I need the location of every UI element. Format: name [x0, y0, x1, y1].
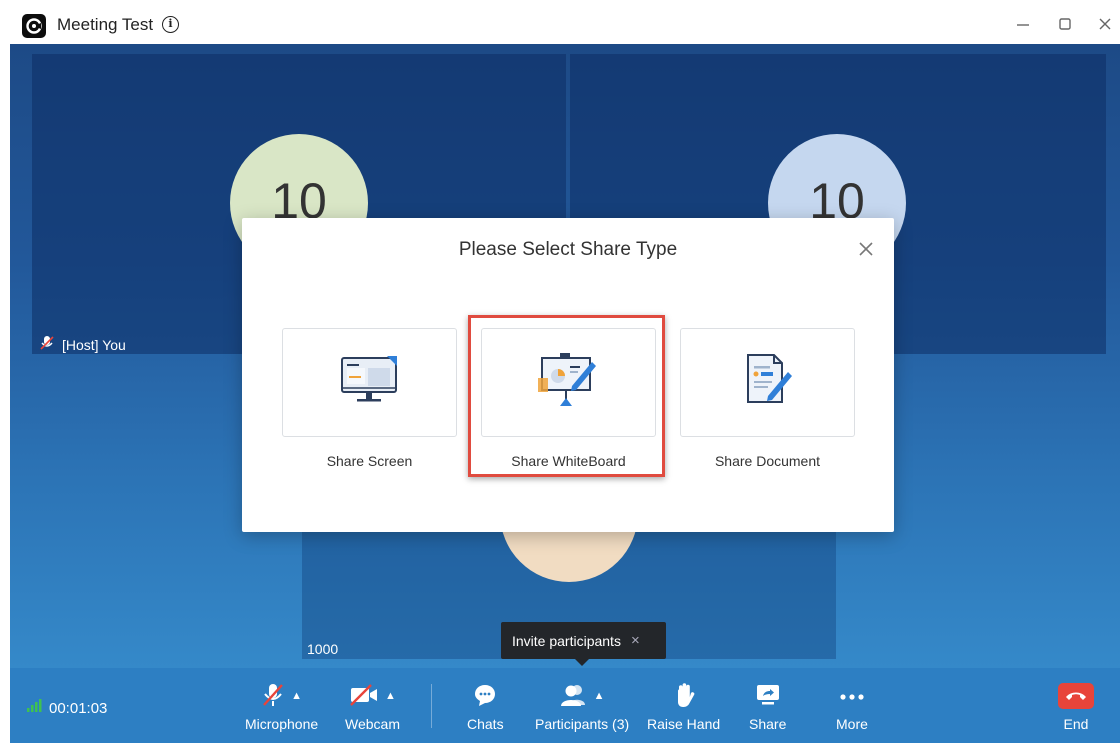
- hand-icon: [673, 682, 695, 711]
- raise-hand-label: Raise Hand: [647, 716, 721, 732]
- share-screen-card[interactable]: [282, 328, 457, 437]
- monitor-icon: [339, 354, 401, 411]
- info-icon[interactable]: i: [162, 16, 179, 33]
- share-screen-label: Share Screen: [326, 453, 413, 469]
- webcam-label: Webcam: [345, 716, 400, 732]
- document-icon: [740, 352, 796, 413]
- share-document-label: Share Document: [714, 453, 821, 469]
- selection-highlight: [468, 315, 665, 477]
- participants-label: Participants (3): [535, 716, 630, 732]
- share-button[interactable]: Share: [749, 680, 786, 732]
- toolbar-divider: [431, 684, 432, 728]
- raise-hand-button[interactable]: Raise Hand: [647, 680, 720, 732]
- duration: 00:01:03: [49, 699, 108, 717]
- webcam-button[interactable]: ▲ Webcam: [345, 680, 400, 732]
- more-label: More: [836, 716, 868, 732]
- microphone-muted-icon: [261, 682, 285, 711]
- meeting-timer: 00:01:03: [26, 699, 107, 717]
- share-screen-option[interactable]: Share Screen: [282, 328, 457, 469]
- end-meeting-button[interactable]: End: [1058, 680, 1094, 732]
- share-type-dialog: Please Select Share Type Share Screen Sh…: [242, 218, 894, 532]
- webcam-off-icon: [349, 683, 379, 710]
- dialog-close-icon[interactable]: [856, 240, 876, 260]
- window-title: Meeting Test: [57, 15, 154, 34]
- signal-icon: [26, 699, 42, 717]
- minimize-icon[interactable]: [1011, 12, 1035, 36]
- microphone-button[interactable]: ▲ Microphone: [245, 680, 318, 732]
- chevron-up-icon[interactable]: ▲: [291, 690, 302, 702]
- more-icon: [839, 688, 865, 704]
- maximize-icon[interactable]: [1053, 12, 1077, 36]
- participant-name: 1000: [307, 641, 339, 657]
- mic-muted-icon: [40, 335, 54, 354]
- host-name-label: [Host] You: [40, 335, 126, 354]
- participants-button[interactable]: ▲ Participants (3): [535, 680, 629, 732]
- invite-text: Invite participants: [512, 632, 621, 649]
- meeting-toolbar: 00:01:03 ▲ Microphone ▲ Webcam Chats ▲ P…: [10, 668, 1120, 743]
- share-screen-icon: [754, 683, 782, 710]
- dialog-title: Please Select Share Type: [458, 239, 678, 260]
- microphone-label: Microphone: [245, 716, 319, 732]
- participants-icon: [560, 683, 588, 710]
- host-name: [Host] You: [62, 336, 126, 353]
- share-document-option[interactable]: Share Document: [680, 328, 855, 469]
- end-label: End: [1063, 716, 1089, 732]
- title-bar: Meeting Test i: [0, 0, 1120, 44]
- chevron-up-icon[interactable]: ▲: [594, 690, 605, 702]
- close-icon[interactable]: [1093, 12, 1117, 36]
- app-logo-icon: [22, 14, 46, 38]
- tooltip-close-icon[interactable]: ×: [631, 632, 640, 649]
- chats-label: Chats: [467, 716, 504, 732]
- hang-up-icon: [1058, 683, 1094, 709]
- share-label: Share: [749, 716, 787, 732]
- more-button[interactable]: More: [836, 680, 868, 732]
- share-document-card[interactable]: [680, 328, 855, 437]
- chevron-up-icon[interactable]: ▲: [385, 690, 396, 702]
- chat-icon: [473, 683, 497, 710]
- chats-button[interactable]: Chats: [467, 680, 504, 732]
- invite-participants-tooltip[interactable]: Invite participants ×: [501, 622, 666, 666]
